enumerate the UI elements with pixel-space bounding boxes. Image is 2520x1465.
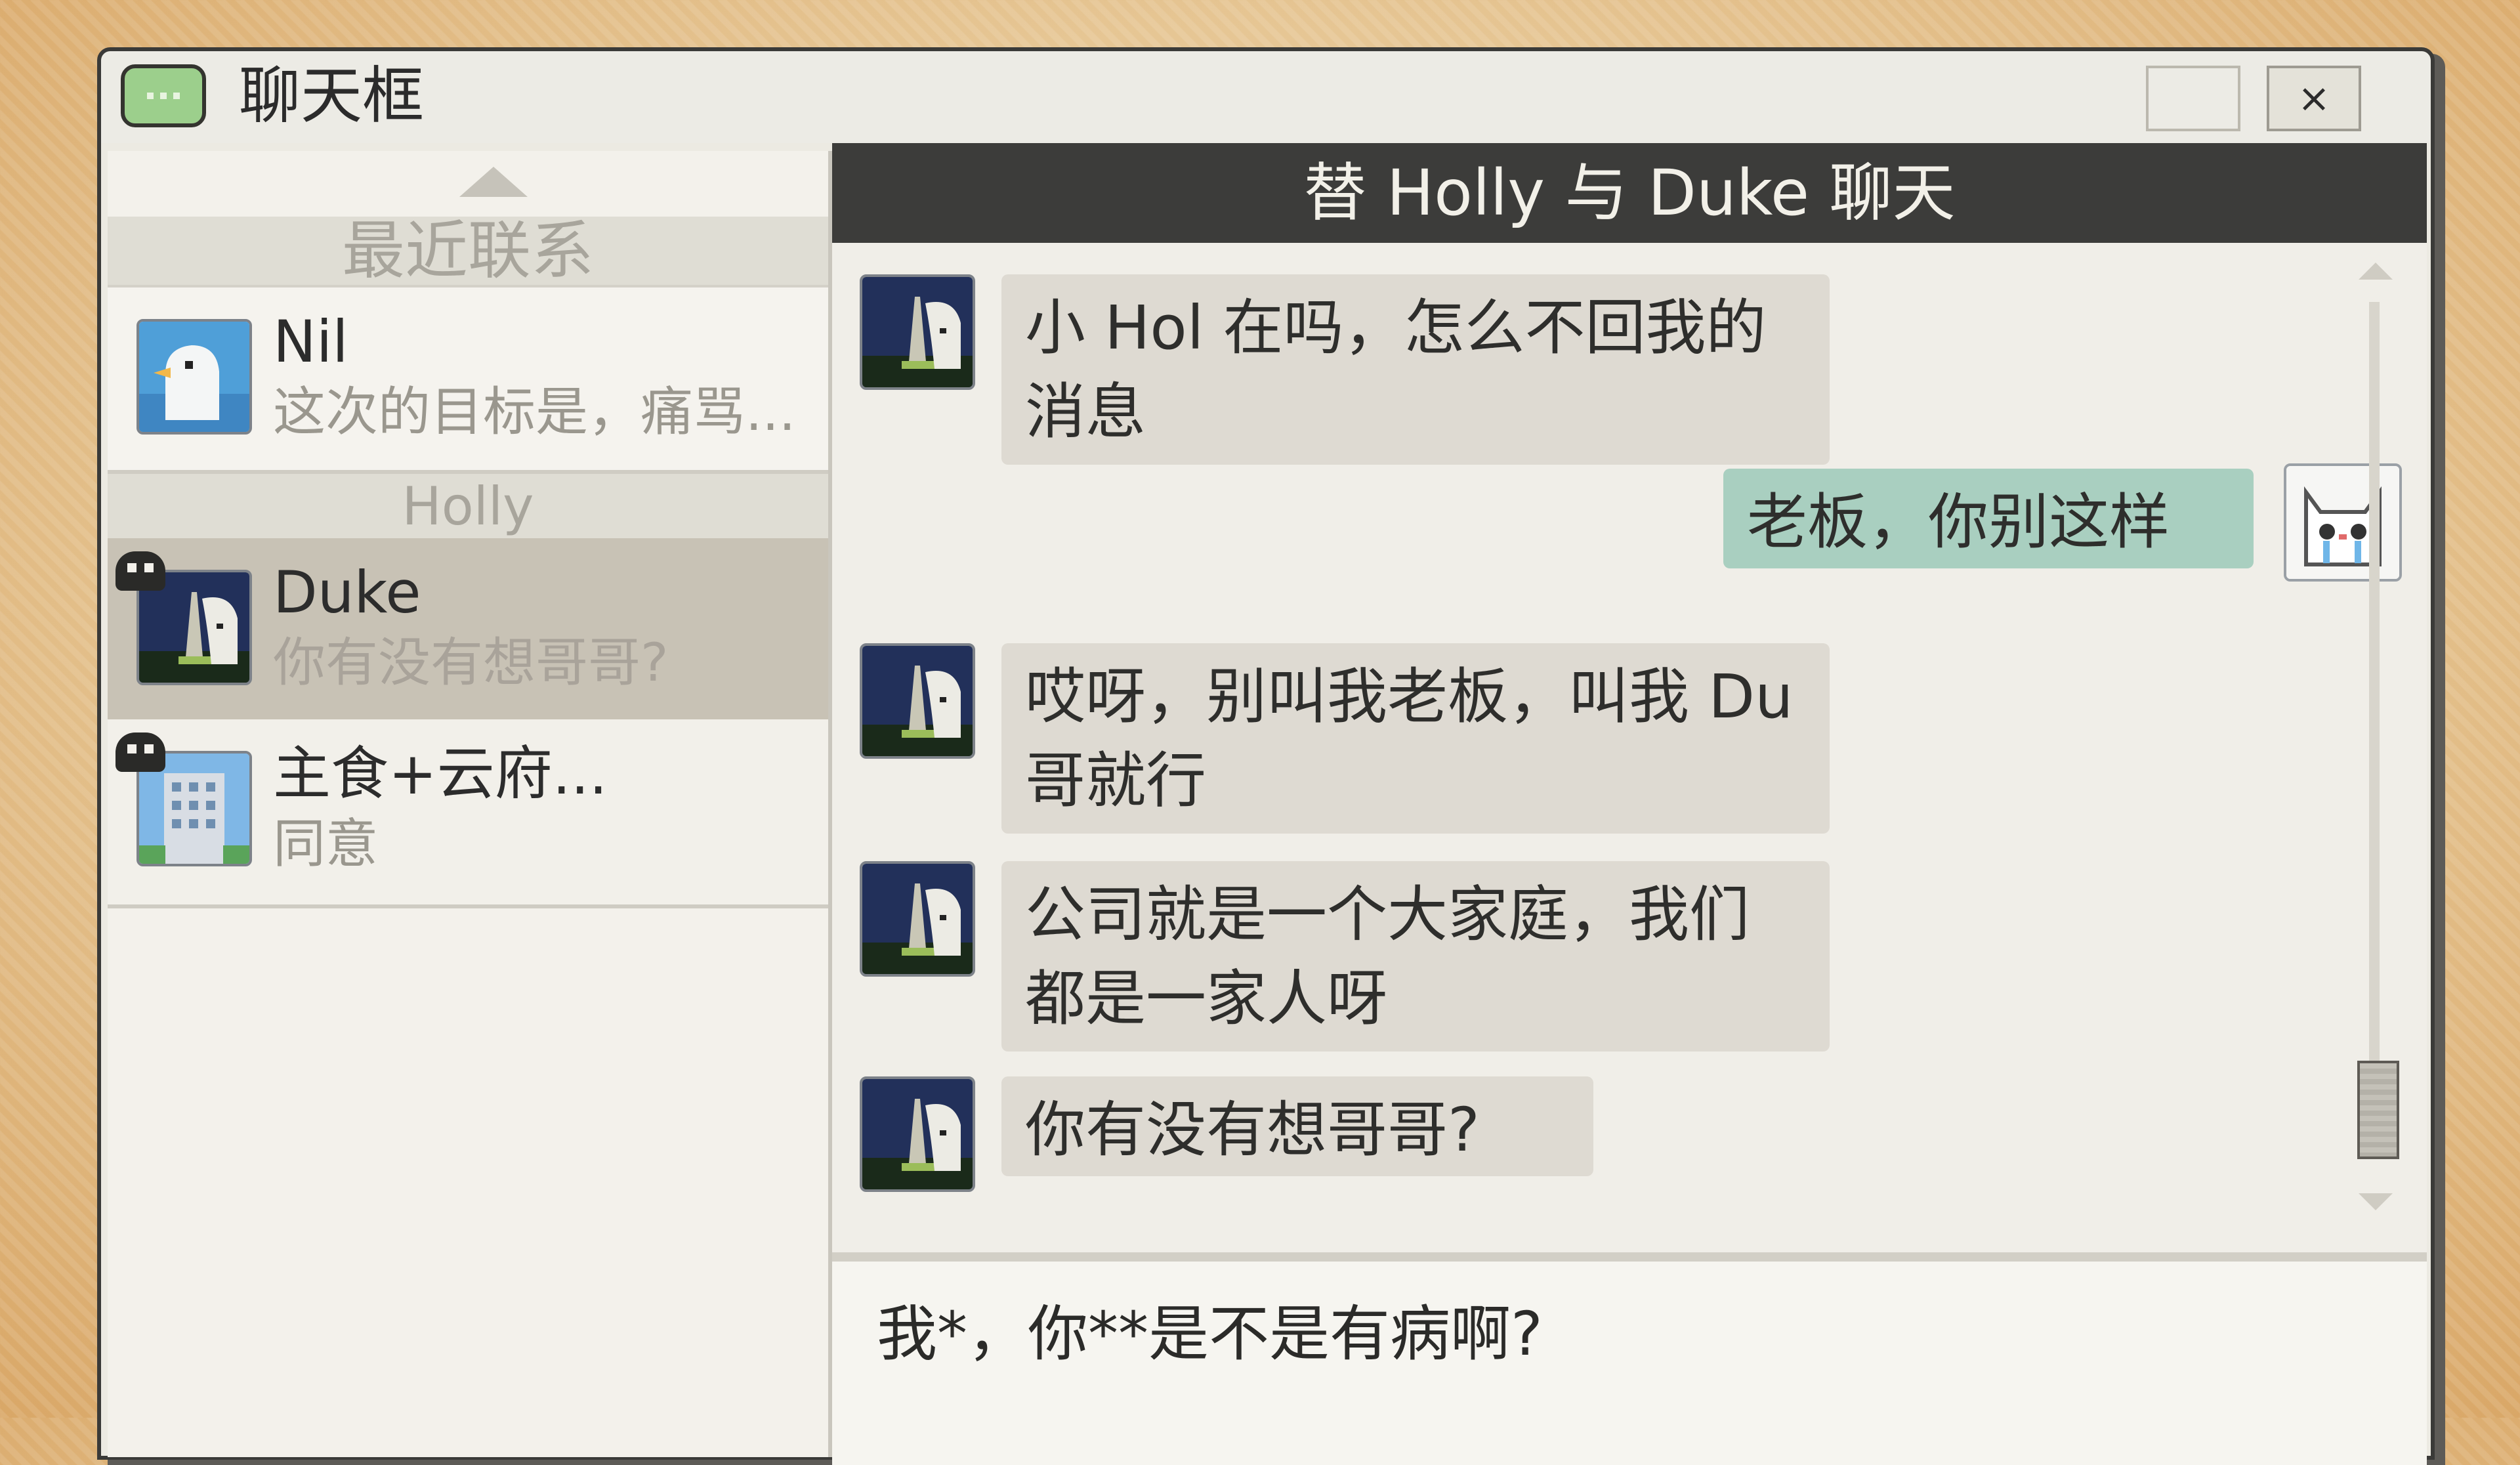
message-list[interactable]: 小 Hol 在吗，怎么不回我的消息 老板，你别这样 哎呀，别叫我老板，叫我 Du…: [832, 243, 2402, 1244]
contact-sidebar: 最近联系 Nil 这次的目标是，痛骂... Holly Duke 你有没有想哥哥…: [108, 151, 832, 1457]
contact-item-nil[interactable]: Nil 这次的目标是，痛骂...: [108, 285, 828, 473]
maximize-button[interactable]: [2146, 66, 2240, 131]
scroll-thumb[interactable]: [2357, 1061, 2399, 1159]
title-bar[interactable]: 聊天框 ×: [101, 51, 2431, 143]
contact-name: Nil: [273, 308, 348, 375]
section-header-recent: 最近联系: [108, 217, 828, 285]
message-bubble: 哎呀，别叫我老板，叫我 Du 哥就行: [1001, 643, 1830, 834]
window-title: 聊天框: [239, 60, 425, 132]
scroll-up-arrow-icon[interactable]: [2359, 263, 2393, 280]
tower-night-avatar: [860, 1076, 975, 1192]
contact-name: Duke: [273, 559, 421, 626]
close-button[interactable]: ×: [2267, 66, 2361, 131]
scroll-up-arrow-icon[interactable]: [459, 167, 528, 197]
message-bubble: 小 Hol 在吗，怎么不回我的消息: [1001, 274, 1830, 465]
tower-night-avatar: [860, 861, 975, 977]
chat-window: 聊天框 × 最近联系 Nil 这次的目标是，痛骂... Holly Duke 你…: [97, 47, 2435, 1465]
contact-preview: 你有没有想哥哥?: [273, 632, 669, 693]
message-bubble: 老板，你别这样: [1723, 469, 2254, 568]
seagull-avatar: [136, 319, 252, 435]
tower-night-avatar: [860, 643, 975, 759]
contact-item-duke[interactable]: Duke 你有没有想哥哥?: [108, 538, 828, 719]
message-scrollbar[interactable]: [2353, 243, 2403, 1244]
tower-night-avatar: [860, 274, 975, 390]
message-input-area[interactable]: 我*，你**是不是有病啊?: [832, 1252, 2427, 1465]
scroll-track[interactable]: [2369, 302, 2380, 1149]
chat-header: 替 Holly 与 Duke 聊天: [832, 143, 2427, 243]
message-bubble: 你有没有想哥哥?: [1001, 1076, 1593, 1176]
section-header-holly: Holly: [108, 470, 828, 540]
chat-panel: 替 Holly 与 Duke 聊天 小 Hol 在吗，怎么不回我的消息 老板，你…: [832, 143, 2427, 1465]
message-input[interactable]: 我*，你**是不是有病啊?: [877, 1292, 1543, 1377]
contact-preview: 同意: [273, 813, 378, 874]
chat-bubble-icon: [121, 64, 206, 127]
message-bubble: 公司就是一个大家庭，我们都是一家人呀: [1001, 861, 1830, 1051]
mask-icon: [116, 732, 165, 772]
contact-name: 主食+云府...: [273, 740, 608, 807]
scroll-down-arrow-icon[interactable]: [2359, 1193, 2393, 1210]
contact-preview: 这次的目标是，痛骂...: [273, 381, 796, 442]
mask-icon: [116, 551, 165, 591]
contact-item-group[interactable]: 主食+云府... 同意: [108, 719, 828, 908]
